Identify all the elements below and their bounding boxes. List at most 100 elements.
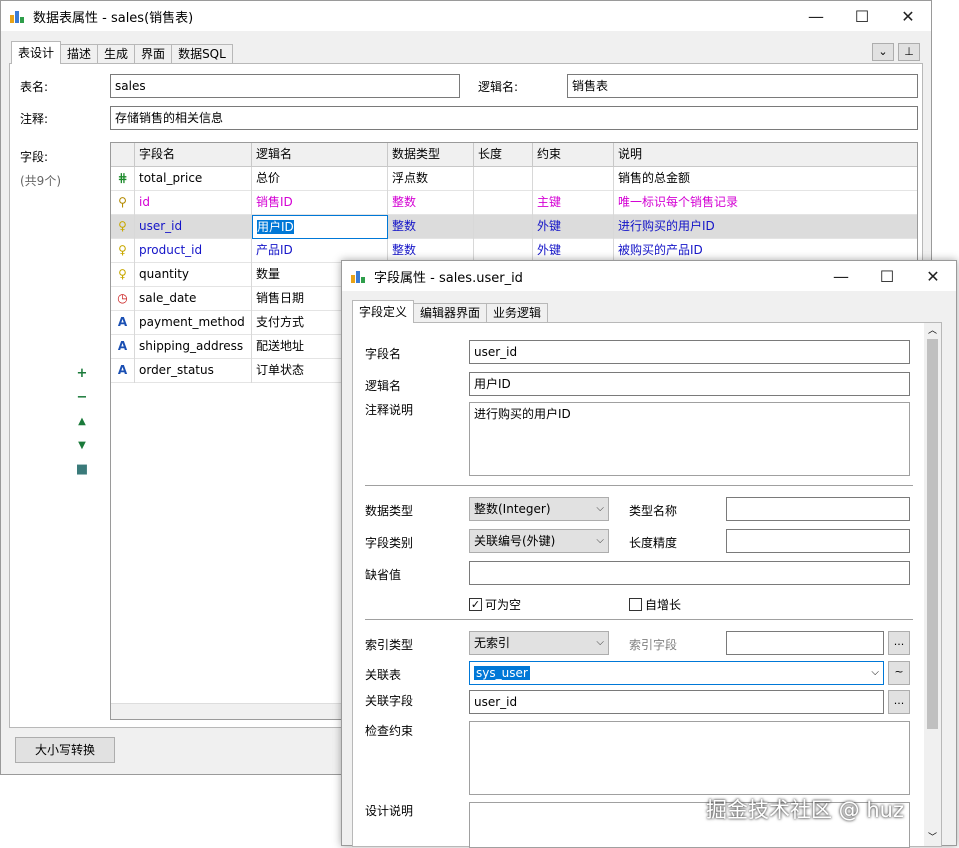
logic-name-input[interactable]: 销售表 bbox=[567, 74, 918, 98]
scroll-up-icon[interactable]: ︿ bbox=[924, 323, 941, 339]
dialog-vscrollbar[interactable]: ︿ ﹀ bbox=[924, 323, 941, 846]
cell-length[interactable] bbox=[474, 191, 533, 215]
text-icon: A bbox=[117, 339, 128, 353]
comment-label: 注释说明 bbox=[365, 403, 414, 417]
autoinc-checkbox[interactable]: 自增长 bbox=[629, 596, 681, 613]
cell-name[interactable]: quantity bbox=[135, 263, 252, 287]
header-description[interactable]: 说明 bbox=[614, 143, 917, 167]
table-row[interactable]: ♀ user_id 用户ID 整数 外键 进行购买的用户ID bbox=[111, 215, 917, 239]
tab-field-definition[interactable]: 字段定义 bbox=[352, 300, 415, 323]
text-icon: A bbox=[117, 315, 128, 329]
header-field-name[interactable]: 字段名 bbox=[135, 143, 252, 167]
table-name-input[interactable]: sales bbox=[110, 74, 460, 98]
bulb-icon: ♀ bbox=[118, 243, 127, 257]
cell-logic[interactable]: 总价 bbox=[252, 167, 388, 191]
precision-label: 长度精度 bbox=[629, 536, 678, 550]
tab-table-design[interactable]: 表设计 bbox=[11, 41, 62, 64]
checkbox-unchecked-icon[interactable] bbox=[629, 598, 642, 611]
default-label: 缺省值 bbox=[365, 568, 402, 582]
cell-name[interactable]: payment_method bbox=[135, 311, 252, 335]
cell-length[interactable] bbox=[474, 215, 533, 239]
index-field-browse-button[interactable]: ... bbox=[888, 631, 910, 655]
cell-name[interactable]: order_status bbox=[135, 359, 252, 383]
collapse-button[interactable]: ⌄ bbox=[872, 43, 894, 61]
header-logic-name[interactable]: 逻辑名 bbox=[252, 143, 388, 167]
data-type-value: 整数(Integer) bbox=[474, 502, 551, 516]
check-constraint-textarea[interactable] bbox=[469, 721, 910, 795]
move-up-icon[interactable]: ▲ bbox=[75, 415, 89, 429]
table-row[interactable]: ⚲ id 销售ID 整数 主键 唯一标识每个销售记录 bbox=[111, 191, 917, 215]
type-name-label: 类型名称 bbox=[629, 504, 678, 518]
field-kind-select[interactable]: 关联编号(外键) ⌵ bbox=[469, 529, 609, 553]
grid-header: 字段名 逻辑名 数据类型 长度 约束 说明 bbox=[111, 143, 917, 167]
cell-logic[interactable]: 销售ID bbox=[252, 191, 388, 215]
dialog-close-button[interactable]: ✕ bbox=[910, 261, 956, 291]
dialog-minimize-button[interactable]: — bbox=[818, 261, 864, 291]
remove-field-icon[interactable]: − bbox=[75, 391, 89, 405]
tab-description[interactable]: 描述 bbox=[60, 44, 99, 64]
tab-editor-ui[interactable]: 编辑器界面 bbox=[413, 303, 488, 323]
dialog-maximize-button[interactable]: ☐ bbox=[864, 261, 910, 291]
tab-data-sql[interactable]: 数据SQL bbox=[171, 44, 233, 64]
data-type-select[interactable]: 整数(Integer) ⌵ bbox=[469, 497, 609, 521]
cell-desc[interactable]: 销售的总金额 bbox=[614, 167, 917, 191]
cell-name[interactable]: total_price bbox=[135, 167, 252, 191]
cell-name[interactable]: id bbox=[135, 191, 252, 215]
cell-constraint[interactable] bbox=[533, 167, 614, 191]
logic-name-label: 逻辑名 bbox=[365, 379, 402, 393]
pin-button[interactable]: ⊥ bbox=[898, 43, 920, 61]
case-convert-button[interactable]: 大小写转换 bbox=[15, 737, 115, 763]
field-name-input[interactable]: user_id bbox=[469, 340, 910, 364]
precision-input[interactable] bbox=[726, 529, 910, 553]
clock-icon: ◷ bbox=[117, 291, 128, 305]
comment-textarea[interactable]: 进行购买的用户ID bbox=[469, 402, 910, 476]
cell-constraint[interactable]: 外键 bbox=[533, 215, 614, 239]
cell-type[interactable]: 浮点数 bbox=[388, 167, 474, 191]
check-constraint-label: 检查约束 bbox=[365, 724, 414, 738]
index-field-input[interactable] bbox=[726, 631, 884, 655]
comment-text: 进行购买的用户ID bbox=[474, 407, 571, 421]
nullable-label: 可为空 bbox=[485, 598, 522, 612]
ref-field-input[interactable]: user_id bbox=[469, 690, 884, 714]
dialog-title-bar[interactable]: 字段属性 - sales.user_id — ☐ ✕ bbox=[342, 261, 956, 291]
minimize-button[interactable]: — bbox=[793, 1, 839, 31]
cell-type[interactable]: 整数 bbox=[388, 215, 474, 239]
type-name-input[interactable] bbox=[726, 497, 910, 521]
ref-table-select[interactable]: sys_user ⌵ bbox=[469, 661, 884, 685]
maximize-button[interactable]: ☐ bbox=[839, 1, 885, 31]
cell-desc[interactable]: 进行购买的用户ID bbox=[614, 215, 917, 239]
app-icon bbox=[9, 8, 25, 24]
cell-desc[interactable]: 唯一标识每个销售记录 bbox=[614, 191, 917, 215]
table-row[interactable]: ⋕ total_price 总价 浮点数 销售的总金额 bbox=[111, 167, 917, 191]
cell-name[interactable]: shipping_address bbox=[135, 335, 252, 359]
add-field-icon[interactable]: + bbox=[75, 367, 89, 381]
scroll-thumb[interactable] bbox=[927, 339, 938, 729]
header-data-type[interactable]: 数据类型 bbox=[388, 143, 474, 167]
header-constraint[interactable]: 约束 bbox=[533, 143, 614, 167]
tab-interface[interactable]: 界面 bbox=[134, 44, 173, 64]
comment-input[interactable]: 存储销售的相关信息 bbox=[110, 106, 918, 130]
nullable-checkbox[interactable]: ✓ 可为空 bbox=[469, 596, 521, 613]
tab-generate[interactable]: 生成 bbox=[97, 44, 136, 64]
cell-name[interactable]: sale_date bbox=[135, 287, 252, 311]
title-bar[interactable]: 数据表属性 - sales(销售表) — ☐ ✕ bbox=[1, 1, 931, 31]
text-icon: A bbox=[117, 363, 128, 377]
cell-name[interactable]: user_id bbox=[135, 215, 252, 239]
cell-length[interactable] bbox=[474, 167, 533, 191]
scroll-down-icon[interactable]: ﹀ bbox=[924, 830, 941, 846]
cell-constraint[interactable]: 主键 bbox=[533, 191, 614, 215]
logic-name-input[interactable]: 用户ID bbox=[469, 372, 910, 396]
checkbox-checked-icon[interactable]: ✓ bbox=[469, 598, 482, 611]
default-input[interactable] bbox=[469, 561, 910, 585]
cell-name[interactable]: product_id bbox=[135, 239, 252, 263]
ref-table-tilde-button[interactable]: ~ bbox=[888, 661, 910, 685]
index-type-select[interactable]: 无索引 ⌵ bbox=[469, 631, 609, 655]
cell-type[interactable]: 整数 bbox=[388, 191, 474, 215]
header-length[interactable]: 长度 bbox=[474, 143, 533, 167]
ref-field-browse-button[interactable]: ... bbox=[888, 690, 910, 714]
move-down-icon[interactable]: ▼ bbox=[75, 439, 89, 453]
grid-tool-icon[interactable]: ■ bbox=[75, 463, 89, 477]
close-button[interactable]: ✕ bbox=[885, 1, 931, 31]
tab-business-logic[interactable]: 业务逻辑 bbox=[486, 303, 549, 323]
cell-logic[interactable]: 用户ID bbox=[252, 215, 388, 239]
